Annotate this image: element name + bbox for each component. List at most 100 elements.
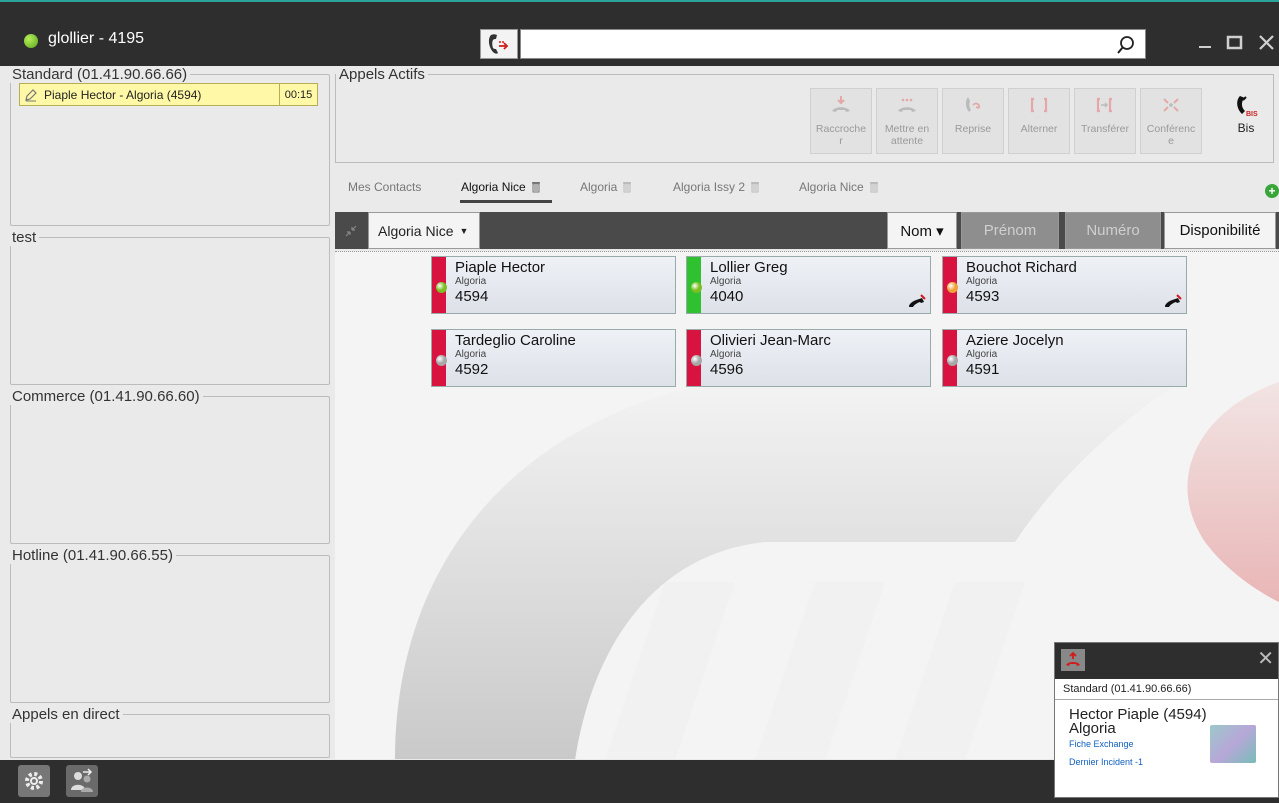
sort-disponibilité-button[interactable]: Disponibilité	[1164, 212, 1276, 249]
trash-icon[interactable]	[750, 181, 760, 193]
group-title: test	[12, 229, 37, 246]
presence-dot-icon	[436, 355, 447, 366]
tab-label: Algoria Nice	[461, 180, 526, 194]
maximize-icon[interactable]	[1225, 32, 1245, 52]
contact-number: 4040	[710, 288, 744, 305]
group-hotline: Hotline (01.41.90.66.55)	[10, 547, 330, 703]
trash-icon[interactable]	[869, 181, 879, 193]
contact-number: 4591	[966, 361, 1000, 378]
chevron-down-icon: ▼	[459, 225, 469, 236]
contact-number: 4596	[710, 361, 744, 378]
group-select-value: Algoria Nice	[378, 222, 454, 239]
contact-card[interactable]: Piaple Hector Algoria 4594	[431, 256, 676, 314]
tool-redial-button[interactable]: BIS Bis	[1215, 88, 1277, 154]
transfer-users-icon	[71, 768, 93, 792]
tab-algoria-nice[interactable]: Algoria Nice	[461, 180, 541, 194]
tab-label: Algoria	[580, 180, 618, 194]
tool-transfer-button[interactable]: Transférer	[1074, 88, 1136, 154]
settings-icon	[25, 772, 43, 790]
trash-icon[interactable]	[622, 181, 632, 193]
pickup-icon	[1066, 652, 1080, 666]
add-tab-icon[interactable]: +	[1265, 184, 1279, 198]
presence-dot-icon	[947, 355, 958, 366]
contact-group: Algoria	[966, 349, 998, 360]
tool-label: Mettre en attente	[884, 123, 930, 147]
tab-algoria-issy-2[interactable]: Algoria Issy 2	[673, 180, 760, 194]
in-call-phone-icon	[909, 294, 926, 307]
contact-card[interactable]: Aziere Jocelyn Algoria 4591	[942, 329, 1187, 387]
tool-resume-button[interactable]: Reprise	[942, 88, 1004, 154]
trash-icon[interactable]	[531, 181, 541, 193]
contact-card[interactable]: Tardeglio Caroline Algoria 4592	[431, 329, 676, 387]
contact-group: Algoria	[455, 349, 487, 360]
tool-label: Reprise	[954, 123, 992, 135]
contacts-toolbar: Algoria Nice ▼ Nom ▾ Prénom Numéro Disponib…	[335, 212, 1279, 249]
contact-number: 4593	[966, 288, 1000, 305]
popup-header: ✕	[1055, 643, 1278, 679]
popup-caller: Hector Piaple (4594)	[1069, 706, 1207, 723]
group-title: Commerce (01.41.90.66.60)	[12, 388, 200, 405]
contact-name: Olivieri Jean-Marc	[710, 332, 831, 349]
contact-card[interactable]: Olivieri Jean-Marc Algoria 4596	[686, 329, 931, 387]
waiting-call-item[interactable]: Piaple Hector - Algoria (4594) 00:15	[19, 83, 318, 106]
sort-numéro-button[interactable]: Numéro	[1065, 212, 1161, 249]
tool-label: Alterner	[1020, 123, 1058, 135]
presence-dot-icon	[691, 355, 702, 366]
title-bar: glollier - 4195	[0, 0, 1279, 66]
tab-algoria-nice[interactable]: Algoria Nice	[799, 180, 879, 194]
sort-prénom-button[interactable]: Prénom	[961, 212, 1059, 249]
contact-card-body: Lollier Greg Algoria 4040	[691, 257, 930, 313]
dial-icon	[488, 34, 509, 54]
minimize-icon[interactable]	[1196, 32, 1216, 52]
contact-group: Algoria	[455, 276, 487, 287]
presence-status-icon[interactable]	[24, 34, 38, 48]
sort-nom-button[interactable]: Nom ▾	[887, 212, 957, 249]
left-panel: Standard (01.41.90.66.66) Piaple Hector …	[0, 66, 335, 760]
presence-dot-icon	[947, 282, 958, 293]
contact-card-body: Tardeglio Caroline Algoria 4592	[436, 330, 675, 386]
transfer-users-button[interactable]	[66, 765, 98, 797]
transfer-icon	[1096, 97, 1112, 113]
search-icon[interactable]	[1117, 35, 1135, 55]
conference-icon	[1163, 98, 1179, 112]
contact-card-body: Aziere Jocelyn Algoria 4591	[947, 330, 1186, 386]
collapse-icon[interactable]	[344, 224, 358, 238]
hangup-icon	[832, 96, 850, 112]
edit-icon[interactable]	[20, 84, 42, 105]
popup-close-icon[interactable]: ✕	[1257, 649, 1274, 669]
contact-card-body: Olivieri Jean-Marc Algoria 4596	[691, 330, 930, 386]
svg-text:BIS: BIS	[1246, 111, 1258, 118]
tool-label: Bis	[1237, 121, 1255, 135]
contact-number: 4592	[455, 361, 489, 378]
settings-button[interactable]	[18, 765, 50, 797]
presence-dot-icon	[691, 282, 702, 293]
group-title: Hotline (01.41.90.66.55)	[12, 547, 173, 564]
popup-line: Standard (01.41.90.66.66)	[1055, 679, 1278, 700]
contact-name: Tardeglio Caroline	[455, 332, 576, 349]
tool-hold-button[interactable]: Mettre en attente	[876, 88, 938, 154]
resume-icon	[965, 97, 981, 112]
hold-icon	[898, 98, 916, 112]
tool-hangup-button[interactable]: Raccroche r	[810, 88, 872, 154]
pickup-button[interactable]	[1061, 649, 1085, 671]
contact-card[interactable]: Lollier Greg Algoria 4040	[686, 256, 931, 314]
tool-conference-button[interactable]: Conférenc e	[1140, 88, 1202, 154]
tab-mes-contacts[interactable]: Mes Contacts	[348, 180, 421, 194]
contact-card-body: Bouchot Richard Algoria 4593	[947, 257, 1186, 313]
contact-group: Algoria	[710, 349, 742, 360]
contact-name: Piaple Hector	[455, 259, 546, 276]
tool-alternate-button[interactable]: Alterner	[1008, 88, 1070, 154]
user-label: glollier - 4195	[48, 30, 145, 47]
tab-algoria[interactable]: Algoria	[580, 180, 632, 194]
close-icon[interactable]	[1257, 32, 1277, 52]
contact-tabs: Mes Contacts Algoria Nice Algoria Algoria I…	[335, 168, 1279, 208]
tab-label: Algoria Issy 2	[673, 180, 746, 194]
dial-button[interactable]	[480, 29, 518, 59]
contact-card[interactable]: Bouchot Richard Algoria 4593	[942, 256, 1187, 314]
group-select[interactable]: Algoria Nice ▼	[368, 212, 480, 249]
group-title: Standard (01.41.90.66.66)	[12, 66, 188, 83]
incoming-call-popup: ✕ Standard (01.41.90.66.66) Hector Piapl…	[1054, 642, 1279, 798]
contact-name: Aziere Jocelyn	[966, 332, 1064, 349]
search-box[interactable]	[520, 29, 1146, 59]
search-input[interactable]	[521, 30, 1145, 58]
